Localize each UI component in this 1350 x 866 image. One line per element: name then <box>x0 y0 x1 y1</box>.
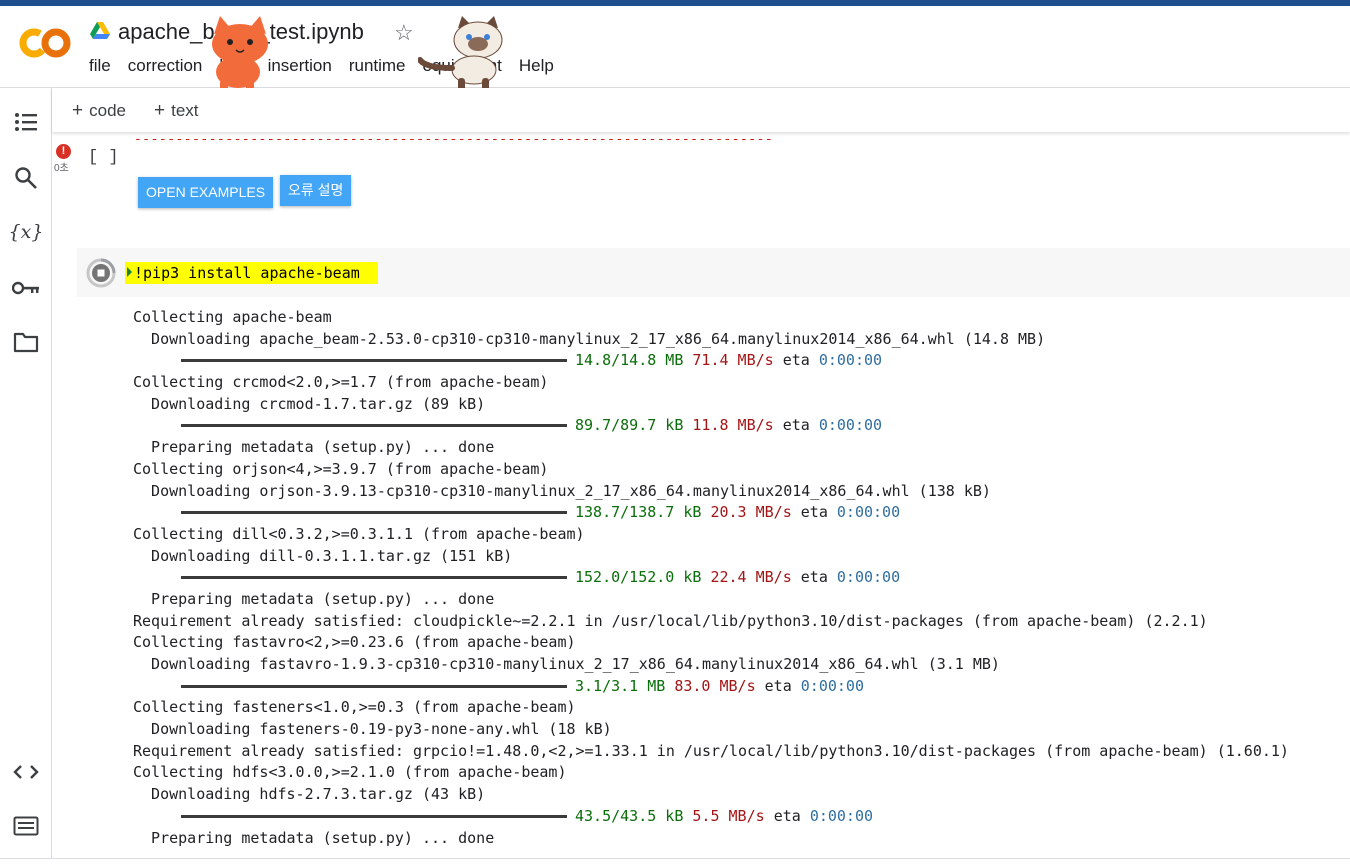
execution-time: 0초 <box>54 163 69 174</box>
output-line: Collecting hdfs<3.0.0,>=2.1.0 (from apac… <box>133 763 567 782</box>
colab-logo[interactable] <box>18 26 72 60</box>
progress-bar <box>181 576 567 580</box>
left-sidebar: {𝑥} <box>0 88 52 858</box>
menu-file[interactable]: file <box>89 56 111 76</box>
output-line: Collecting dill<0.3.2,>=0.3.1.1 (from ap… <box>133 524 585 543</box>
progress-line: 138.7/138.7 kB 20.3 MB/s eta 0:00:00 <box>133 502 1289 524</box>
folder-icon[interactable] <box>12 328 40 356</box>
output-line: Collecting orjson<4,>=3.9.7 (from apache… <box>133 459 549 478</box>
progress-size: 3.1/3.1 MB <box>575 676 666 695</box>
progress-eta-label: eta <box>782 351 810 370</box>
progress-bar <box>181 814 567 818</box>
progress-eta: 0:00:00 <box>836 503 901 522</box>
output-line: Downloading fasteners-0.19-py3-none-any.… <box>133 720 612 739</box>
progress-eta-label: eta <box>800 503 828 522</box>
progress-size: 43.5/43.5 kB <box>575 806 684 825</box>
output-line: Collecting fastavro<2,>=0.23.6 (from apa… <box>133 633 576 652</box>
progress-speed: 20.3 MB/s <box>710 503 792 522</box>
header: apache_beam_test.ipynb ☆ file correction… <box>0 6 1350 92</box>
progress-line: 3.1/3.1 MB 83.0 MB/s eta 0:00:00 <box>133 676 1289 698</box>
add-text-label: text <box>171 101 199 120</box>
output-line: Collecting crcmod<2.0,>=1.7 (from apache… <box>133 373 549 392</box>
output-line: Downloading dill-0.3.1.1.tar.gz (151 kB) <box>133 546 513 565</box>
progress-eta-label: eta <box>800 568 828 587</box>
progress-speed: 5.5 MB/s <box>692 806 765 825</box>
add-text-cell-button[interactable]: + text <box>154 100 199 122</box>
progress-size: 89.7/89.7 kB <box>575 416 684 435</box>
cursor-marker-icon <box>127 267 132 277</box>
google-drive-icon <box>90 22 110 39</box>
progress-eta: 0:00:00 <box>800 676 864 695</box>
progress-bar <box>181 684 567 688</box>
error-traceback-separator: ----------------------------------------… <box>134 132 774 147</box>
output-line: Preparing metadata (setup.py) ... done <box>133 828 495 847</box>
code-cell[interactable]: !pip3 install apache-beam <box>77 248 1350 297</box>
siamese-cat-sticker <box>418 16 503 92</box>
stop-execution-icon[interactable] <box>85 257 117 289</box>
progress-line: 152.0/152.0 kB 22.4 MB/s eta 0:00:00 <box>133 567 1289 589</box>
output-line: Downloading hdfs-2.7.3.tar.gz (43 kB) <box>133 785 486 804</box>
key-icon[interactable] <box>12 274 40 302</box>
progress-speed: 11.8 MB/s <box>692 416 774 435</box>
variables-icon[interactable]: {𝑥} <box>9 218 44 246</box>
command-palette-icon[interactable] <box>12 812 40 840</box>
menu-help[interactable]: Help <box>519 56 554 76</box>
progress-eta: 0:00:00 <box>809 806 874 825</box>
progress-eta: 0:00:00 <box>818 351 883 370</box>
status-bar <box>0 858 1350 866</box>
progress-line: 43.5/43.5 kB 5.5 MB/s eta 0:00:00 <box>133 806 1289 828</box>
output-line: Downloading orjson-3.9.13-cp310-cp310-ma… <box>133 481 991 500</box>
progress-eta: 0:00:00 <box>836 568 901 587</box>
code-editor-line[interactable]: !pip3 install apache-beam <box>125 262 378 284</box>
plus-icon: + <box>72 100 84 121</box>
progress-eta-label: eta <box>764 676 792 695</box>
menu-correction[interactable]: correction <box>128 56 203 76</box>
progress-line: 89.7/89.7 kB 11.8 MB/s eta 0:00:00 <box>133 415 1289 437</box>
progress-speed: 22.4 MB/s <box>710 568 792 587</box>
progress-line: 14.8/14.8 MB 71.4 MB/s eta 0:00:00 <box>133 350 1289 372</box>
output-line: Collecting fasteners<1.0,>=0.3 (from apa… <box>133 698 576 717</box>
output-line: Requirement already satisfied: grpcio!=1… <box>133 741 1289 760</box>
progress-eta: 0:00:00 <box>818 416 883 435</box>
open-examples-button[interactable]: OPEN EXAMPLES <box>138 177 274 208</box>
output-line: Preparing metadata (setup.py) ... done <box>133 589 495 608</box>
code-text: !pip3 install apache-beam <box>134 264 360 282</box>
code-snippets-icon[interactable] <box>12 758 40 786</box>
progress-eta-label: eta <box>773 806 801 825</box>
progress-size: 14.8/14.8 MB <box>575 351 684 370</box>
add-code-label: code <box>89 101 126 120</box>
progress-speed: 83.0 MB/s <box>674 676 756 695</box>
output-line: Downloading apache_beam-2.53.0-cp310-cp3… <box>133 329 1046 348</box>
output-line: Requirement already satisfied: cloudpick… <box>133 611 1208 630</box>
table-of-contents-icon[interactable] <box>12 108 40 136</box>
progress-bar <box>181 424 567 428</box>
progress-bar <box>181 359 567 363</box>
star-icon[interactable]: ☆ <box>394 20 414 46</box>
progress-bar <box>181 511 567 515</box>
output-line: Downloading crcmod-1.7.tar.gz (89 kB) <box>133 394 486 413</box>
menu-runtime[interactable]: runtime <box>349 56 406 76</box>
search-icon[interactable] <box>12 164 40 192</box>
plus-icon: + <box>154 100 166 121</box>
cell-output: Collecting apache-beam Downloading apach… <box>133 307 1289 849</box>
output-line: Preparing metadata (setup.py) ... done <box>133 438 495 457</box>
notebook-content: ----------------------------------------… <box>52 132 1350 858</box>
progress-size: 138.7/138.7 kB <box>575 503 702 522</box>
progress-speed: 71.4 MB/s <box>692 351 774 370</box>
progress-size: 152.0/152.0 kB <box>575 568 702 587</box>
output-line: Downloading fastavro-1.9.3-cp310-cp310-m… <box>133 655 1000 673</box>
progress-eta-label: eta <box>782 416 810 435</box>
explain-error-button[interactable]: 오류 설명 <box>280 175 352 206</box>
add-code-cell-button[interactable]: + code <box>72 100 126 122</box>
error-icon: ! <box>56 144 71 159</box>
cell-execution-count[interactable]: [ ] <box>88 148 119 167</box>
notebook-toolbar: + code + text <box>52 88 1350 132</box>
orange-cat-sticker <box>212 16 268 92</box>
output-line: Collecting apache-beam <box>133 308 332 326</box>
